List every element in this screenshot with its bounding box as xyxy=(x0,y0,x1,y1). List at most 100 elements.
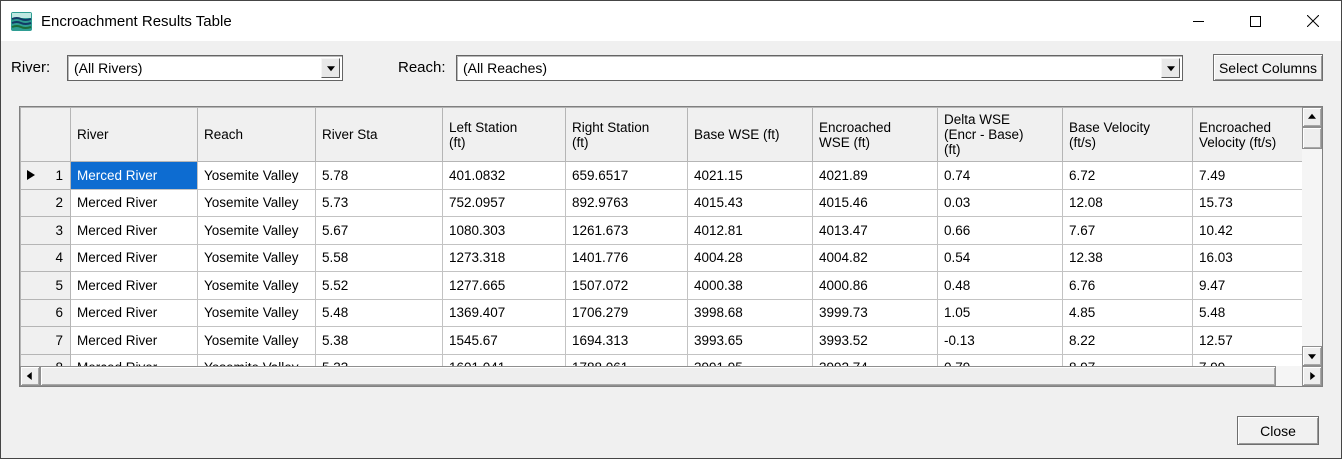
minimize-button[interactable] xyxy=(1170,1,1227,41)
cell[interactable]: 5.78 xyxy=(316,162,443,190)
cell[interactable]: 5.67 xyxy=(316,217,443,245)
cell[interactable]: 1545.67 xyxy=(443,327,566,355)
cell[interactable]: 6.72 xyxy=(1063,162,1193,190)
column-header[interactable]: Right Station (ft) xyxy=(566,108,688,162)
cell[interactable]: 7.49 xyxy=(1193,162,1303,190)
river-dropdown-arrow[interactable] xyxy=(321,58,340,78)
cell[interactable]: 4012.81 xyxy=(688,217,813,245)
cell[interactable]: 0.74 xyxy=(938,162,1063,190)
close-button[interactable] xyxy=(1284,1,1341,41)
cell[interactable]: 4.85 xyxy=(1063,299,1193,327)
cell[interactable]: 4015.43 xyxy=(688,189,813,217)
row-marker[interactable]: 5 xyxy=(21,272,71,300)
cell[interactable]: Merced River xyxy=(71,217,198,245)
cell[interactable]: 5.58 xyxy=(316,244,443,272)
selected-cell[interactable]: Merced River xyxy=(71,162,198,190)
column-header[interactable]: Encroached WSE (ft) xyxy=(813,108,938,162)
cell[interactable]: 1261.673 xyxy=(566,217,688,245)
cell[interactable]: Merced River xyxy=(71,327,198,355)
cell[interactable]: 4000.38 xyxy=(688,272,813,300)
column-header[interactable]: Delta WSE (Encr - Base) (ft) xyxy=(938,108,1063,162)
cell[interactable]: 4021.15 xyxy=(688,162,813,190)
column-header[interactable]: Base WSE (ft) xyxy=(688,108,813,162)
cell[interactable]: 3991.95 xyxy=(688,354,813,366)
cell[interactable]: 752.0957 xyxy=(443,189,566,217)
reach-dropdown-arrow[interactable] xyxy=(1161,58,1180,78)
scroll-down-button[interactable] xyxy=(1302,346,1322,366)
cell[interactable]: 5.52 xyxy=(316,272,443,300)
cell[interactable]: 659.6517 xyxy=(566,162,688,190)
column-header[interactable]: River Sta xyxy=(316,108,443,162)
cell[interactable]: 3992.74 xyxy=(813,354,938,366)
row-marker[interactable]: 3 xyxy=(21,217,71,245)
cell[interactable]: 12.57 xyxy=(1193,327,1303,355)
cell[interactable]: 1694.313 xyxy=(566,327,688,355)
scroll-left-button[interactable] xyxy=(20,366,40,386)
cell[interactable]: 1.05 xyxy=(938,299,1063,327)
scroll-up-button[interactable] xyxy=(1302,107,1322,127)
cell[interactable]: Yosemite Valley xyxy=(198,272,316,300)
cell[interactable]: 5.48 xyxy=(1193,299,1303,327)
cell[interactable]: 5.48 xyxy=(316,299,443,327)
cell[interactable]: Yosemite Valley xyxy=(198,217,316,245)
cell[interactable]: -0.13 xyxy=(938,327,1063,355)
close-dialog-button[interactable]: Close xyxy=(1237,416,1319,445)
select-columns-button[interactable]: Select Columns xyxy=(1213,54,1323,81)
row-marker[interactable]: 2 xyxy=(21,189,71,217)
cell[interactable]: 7.67 xyxy=(1063,217,1193,245)
cell[interactable]: 3993.52 xyxy=(813,327,938,355)
column-header[interactable]: River xyxy=(71,108,198,162)
cell[interactable]: 0.79 xyxy=(938,354,1063,366)
row-marker[interactable]: 4 xyxy=(21,244,71,272)
cell[interactable]: 7.99 xyxy=(1193,354,1303,366)
cell[interactable]: 1277.665 xyxy=(443,272,566,300)
cell[interactable]: 4004.82 xyxy=(813,244,938,272)
river-dropdown[interactable]: (All Rivers) xyxy=(67,55,343,81)
cell[interactable]: 4013.47 xyxy=(813,217,938,245)
cell[interactable]: 401.0832 xyxy=(443,162,566,190)
cell[interactable]: 1273.318 xyxy=(443,244,566,272)
cell[interactable]: Merced River xyxy=(71,299,198,327)
cell[interactable]: Yosemite Valley xyxy=(198,354,316,366)
cell[interactable]: Yosemite Valley xyxy=(198,189,316,217)
cell[interactable]: 1369.407 xyxy=(443,299,566,327)
cell[interactable]: 8.97 xyxy=(1063,354,1193,366)
vertical-scrollbar-thumb[interactable] xyxy=(1302,127,1322,149)
cell[interactable]: 892.9763 xyxy=(566,189,688,217)
horizontal-scrollbar[interactable] xyxy=(20,366,1322,386)
cell[interactable]: 12.38 xyxy=(1063,244,1193,272)
cell[interactable]: Merced River xyxy=(71,354,198,366)
column-header[interactable]: Reach xyxy=(198,108,316,162)
row-marker[interactable]: 7 xyxy=(21,327,71,355)
reach-dropdown[interactable]: (All Reaches) xyxy=(456,55,1183,81)
cell[interactable]: 1401.776 xyxy=(566,244,688,272)
cell[interactable]: Merced River xyxy=(71,189,198,217)
cell[interactable]: Yosemite Valley xyxy=(198,299,316,327)
cell[interactable]: 10.42 xyxy=(1193,217,1303,245)
cell[interactable]: 1507.072 xyxy=(566,272,688,300)
cell[interactable]: Merced River xyxy=(71,272,198,300)
cell[interactable]: Yosemite Valley xyxy=(198,327,316,355)
cell[interactable]: 12.08 xyxy=(1063,189,1193,217)
cell[interactable]: Yosemite Valley xyxy=(198,162,316,190)
vertical-scrollbar[interactable] xyxy=(1302,107,1322,366)
cell[interactable]: 0.48 xyxy=(938,272,1063,300)
cell[interactable]: 1601.041 xyxy=(443,354,566,366)
title-bar[interactable]: Encroachment Results Table xyxy=(1,1,1341,41)
row-marker[interactable]: 6 xyxy=(21,299,71,327)
cell[interactable]: 4004.28 xyxy=(688,244,813,272)
cell[interactable]: Merced River xyxy=(71,244,198,272)
cell[interactable]: 4015.46 xyxy=(813,189,938,217)
cell[interactable]: 5.38 xyxy=(316,327,443,355)
column-header[interactable]: Base Velocity (ft/s) xyxy=(1063,108,1193,162)
cell[interactable]: 15.73 xyxy=(1193,189,1303,217)
cell[interactable]: 0.03 xyxy=(938,189,1063,217)
row-marker[interactable]: 1 xyxy=(21,162,71,190)
scroll-right-button[interactable] xyxy=(1302,366,1322,386)
cell[interactable]: 3999.73 xyxy=(813,299,938,327)
horizontal-scrollbar-thumb[interactable] xyxy=(40,366,1276,386)
cell[interactable]: 5.73 xyxy=(316,189,443,217)
cell[interactable]: 16.03 xyxy=(1193,244,1303,272)
cell[interactable]: Yosemite Valley xyxy=(198,244,316,272)
cell[interactable]: 3998.68 xyxy=(688,299,813,327)
